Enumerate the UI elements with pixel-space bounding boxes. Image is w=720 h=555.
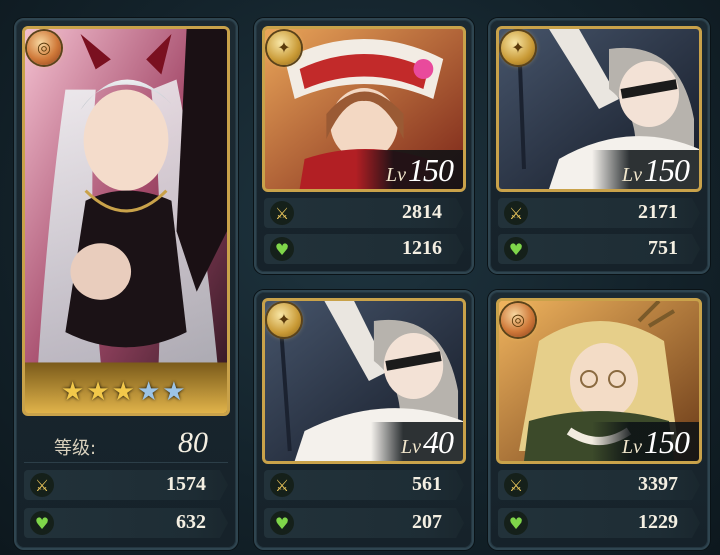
star-icon: ★ bbox=[86, 377, 110, 407]
level-number: 150 bbox=[408, 152, 454, 188]
level-label: 等级: bbox=[54, 438, 97, 459]
crossed-swords-icon: ⚔ bbox=[504, 473, 528, 497]
unit-card-2[interactable]: ✦ Lv150 ⚔ 2171 ♥ 751 bbox=[488, 18, 710, 274]
crossed-swords-icon: ⚔ bbox=[504, 201, 528, 225]
attack-row: ⚔ 3397 bbox=[498, 470, 700, 500]
unit-card-4[interactable]: ◎ Lv150 ⚔ 3397 ♥ 1229 bbox=[488, 290, 710, 550]
heart-icon: ♥ bbox=[504, 237, 528, 261]
level-badge: Lv150 bbox=[592, 150, 699, 189]
crossed-swords-icon: ⚔ bbox=[270, 201, 294, 225]
level-prefix: Lv bbox=[386, 164, 406, 186]
attack-row: ⚔ 2814 bbox=[264, 198, 464, 228]
hp-value: 1229 bbox=[638, 511, 678, 533]
light-element-icon: ✦ bbox=[267, 31, 301, 65]
level-prefix: Lv bbox=[622, 164, 642, 186]
hp-row: ♥ 751 bbox=[498, 234, 700, 264]
level-number: 40 bbox=[423, 424, 454, 460]
attack-value: 2814 bbox=[402, 201, 442, 223]
attack-value: 1574 bbox=[166, 473, 206, 495]
attack-value: 2171 bbox=[638, 201, 678, 223]
attack-value: 3397 bbox=[638, 473, 678, 495]
level-prefix: Lv bbox=[401, 436, 421, 458]
heart-icon: ♥ bbox=[270, 511, 294, 535]
unit-portrait: ✦ Lv40 bbox=[262, 298, 466, 464]
crossed-swords-icon: ⚔ bbox=[270, 473, 294, 497]
unit-portrait: ✦ Lv150 bbox=[262, 26, 466, 192]
hp-row: ♥ 632 bbox=[24, 508, 228, 538]
hp-row: ♥ 1229 bbox=[498, 508, 700, 538]
crossed-swords-icon: ⚔ bbox=[30, 473, 54, 497]
hp-row: ♥ 207 bbox=[264, 508, 464, 538]
heart-icon: ♥ bbox=[30, 511, 54, 535]
heart-icon: ♥ bbox=[504, 511, 528, 535]
level-value: 80 bbox=[178, 426, 208, 459]
attack-value: 561 bbox=[412, 473, 442, 495]
star-rating: ★ ★ ★ ★ ★ bbox=[61, 379, 186, 405]
heart-icon: ♥ bbox=[270, 237, 294, 261]
level-badge: Lv150 bbox=[592, 422, 699, 461]
leader-portrait: ◎ ★ ★ ★ ★ ★ bbox=[22, 26, 230, 416]
attack-row: ⚔ 561 bbox=[264, 470, 464, 500]
leader-card[interactable]: ◎ ★ ★ ★ ★ ★ 等级: 80 ⚔ 1574 ♥ 632 bbox=[14, 18, 238, 550]
star-icon: ★ bbox=[136, 377, 161, 407]
leader-art bbox=[25, 29, 227, 413]
star-icon: ★ bbox=[162, 377, 186, 407]
level-badge: Lv150 bbox=[356, 150, 463, 189]
unit-portrait: ◎ Lv150 bbox=[496, 298, 702, 464]
light-element-icon: ✦ bbox=[267, 303, 301, 337]
fire-element-icon: ◎ bbox=[501, 303, 535, 337]
level-number: 150 bbox=[644, 424, 690, 460]
level-number: 150 bbox=[644, 152, 690, 188]
unit-card-1[interactable]: ✦ Lv150 ⚔ 2814 ♥ 1216 bbox=[254, 18, 474, 274]
hp-value: 632 bbox=[176, 511, 206, 533]
light-element-icon: ✦ bbox=[501, 31, 535, 65]
level-badge: Lv40 bbox=[371, 422, 463, 461]
level-row: 等级: 80 bbox=[24, 426, 228, 463]
attack-row: ⚔ 1574 bbox=[24, 470, 228, 500]
fire-element-icon: ◎ bbox=[27, 31, 61, 65]
attack-row: ⚔ 2171 bbox=[498, 198, 700, 228]
hp-value: 1216 bbox=[402, 237, 442, 259]
hp-value: 207 bbox=[412, 511, 442, 533]
star-icon: ★ bbox=[111, 377, 135, 407]
unit-card-3[interactable]: ✦ Lv40 ⚔ 561 ♥ 207 bbox=[254, 290, 474, 550]
star-icon: ★ bbox=[61, 377, 85, 407]
hp-row: ♥ 1216 bbox=[264, 234, 464, 264]
unit-portrait: ✦ Lv150 bbox=[496, 26, 702, 192]
hp-value: 751 bbox=[648, 237, 678, 259]
level-prefix: Lv bbox=[622, 436, 642, 458]
